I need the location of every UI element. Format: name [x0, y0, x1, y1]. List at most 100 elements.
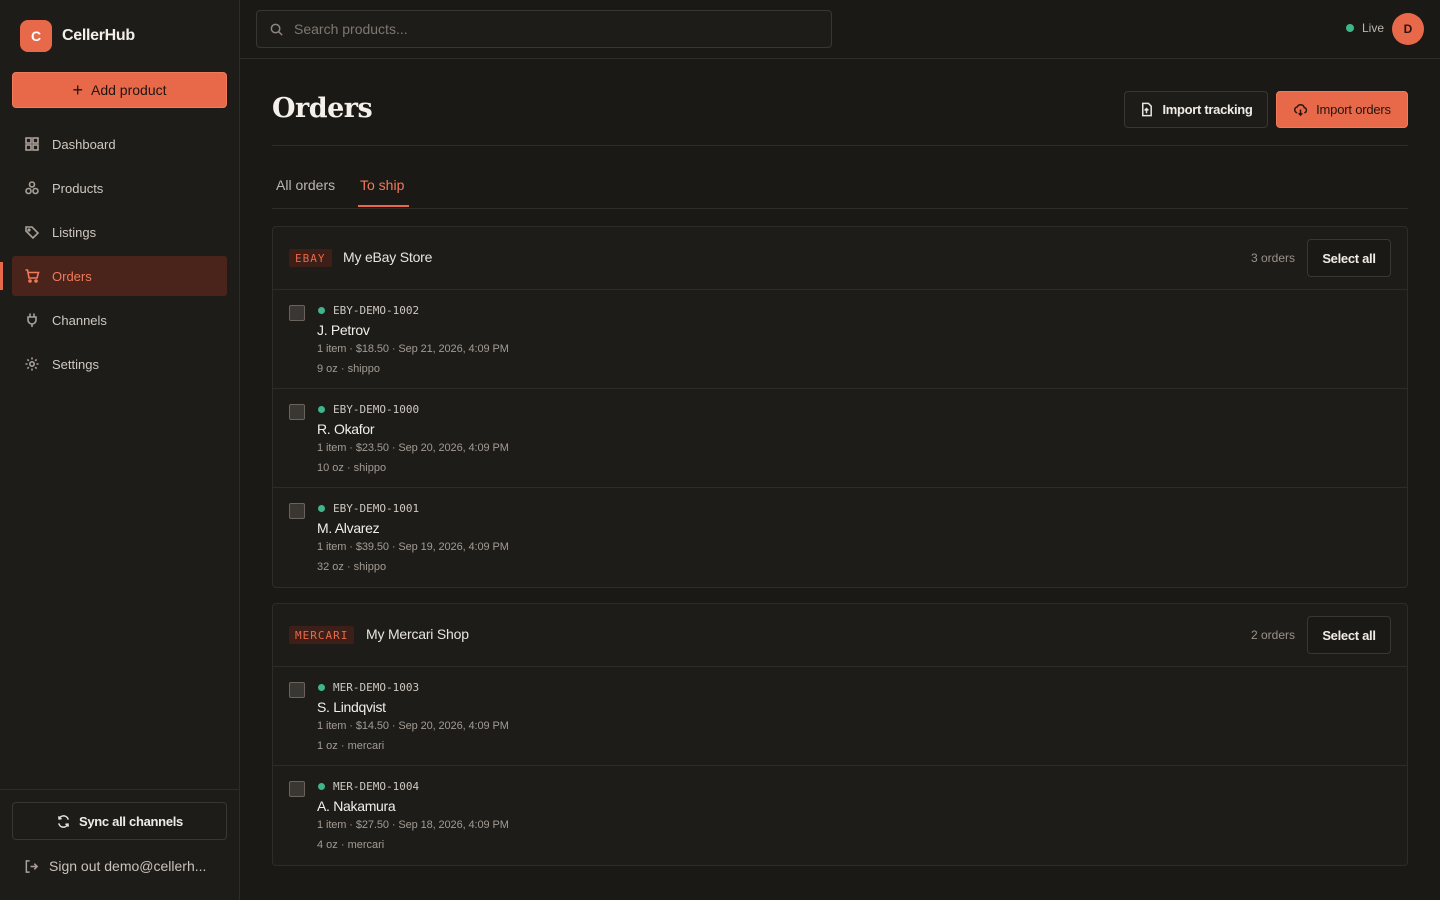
order-id: EBY-DEMO-1001	[333, 502, 420, 515]
order-checkbox[interactable]	[289, 682, 305, 698]
sidebar-item-settings[interactable]: Settings	[12, 344, 227, 384]
channel-badge: EBAY	[289, 249, 332, 267]
select-all-button[interactable]: Select all	[1307, 616, 1391, 654]
order-row[interactable]: EBY-DEMO-1002 J. Petrov 1 item · $18.50 …	[273, 290, 1407, 389]
customer-name: J. Petrov	[317, 322, 370, 338]
status-dot	[318, 783, 325, 790]
sidebar-item-channels[interactable]: Channels	[12, 300, 227, 340]
sync-all-channels-button[interactable]: Sync all channels	[12, 802, 227, 840]
sidebar-item-label: Settings	[52, 356, 99, 372]
sidebar-item-label: Orders	[52, 268, 92, 284]
plus-icon: +	[72, 80, 83, 100]
order-meta: 1 item · $18.50 · Sep 21, 2026, 4:09 PM	[317, 343, 509, 355]
order-count: 2 orders	[1250, 628, 1295, 642]
sync-label: Sync all channels	[78, 813, 183, 829]
plug-icon	[27, 313, 37, 327]
customer-name: R. Okafor	[317, 421, 375, 437]
order-shipping: 1 oz · mercari	[317, 740, 385, 752]
tab-all-orders[interactable]: All orders	[276, 177, 335, 193]
order-row[interactable]: EBY-DEMO-1000 R. Okafor 1 item · $23.50 …	[273, 389, 1407, 488]
order-checkbox[interactable]	[289, 305, 305, 321]
search-input[interactable]	[294, 21, 814, 37]
sign-out-link[interactable]: Sign out demo@cellerh...	[24, 858, 224, 874]
group-header: EBAY My eBay Store 3 orders Select all	[273, 227, 1407, 290]
live-dot	[1345, 24, 1354, 32]
order-id: EBY-DEMO-1000	[333, 403, 420, 416]
sidebar-item-label: Channels	[52, 312, 107, 328]
import-orders-label: Import orders	[1316, 102, 1391, 117]
channel-group-mercari: MERCARI My Mercari Shop 2 orders Select …	[272, 603, 1408, 866]
sidebar-nav: Dashboard Products Listings Orders Chann…	[0, 124, 227, 388]
file-upload-icon	[1142, 102, 1153, 117]
tag-icon	[25, 226, 40, 240]
sidebar-item-listings[interactable]: Listings	[12, 212, 227, 252]
channel-group-ebay: EBAY My eBay Store 3 orders Select all E…	[272, 226, 1408, 588]
order-checkbox[interactable]	[289, 503, 305, 519]
order-row[interactable]: EBY-DEMO-1001 M. Alvarez 1 item · $39.50…	[273, 488, 1407, 587]
live-label: Live	[1361, 21, 1384, 35]
order-meta: 1 item · $39.50 · Sep 19, 2026, 4:09 PM	[317, 541, 509, 553]
customer-name: S. Lindqvist	[317, 699, 386, 715]
live-status: Live	[1345, 21, 1384, 35]
search-box[interactable]	[256, 10, 832, 48]
sidebar-item-label: Products	[52, 180, 104, 196]
order-meta: 1 item · $23.50 · Sep 20, 2026, 4:09 PM	[317, 442, 509, 454]
import-tracking-label: Import tracking	[1162, 102, 1253, 117]
add-product-label: Add product	[91, 82, 167, 98]
logout-icon	[25, 859, 39, 873]
dashboard-icon	[25, 137, 39, 151]
avatar[interactable]: D	[1392, 13, 1424, 45]
status-dot	[318, 307, 325, 314]
status-dot	[318, 505, 325, 512]
cart-icon	[25, 269, 40, 283]
gear-icon	[25, 357, 39, 371]
refresh-icon	[58, 814, 69, 828]
sidebar-item-dashboard[interactable]: Dashboard	[12, 124, 227, 164]
order-shipping: 9 oz · shippo	[317, 363, 380, 375]
sign-out-label: Sign out demo@cellerh...	[49, 858, 207, 874]
products-icon	[25, 181, 39, 195]
channel-badge: MERCARI	[289, 626, 355, 644]
add-product-button[interactable]: + Add product	[12, 72, 227, 108]
order-checkbox[interactable]	[289, 404, 305, 420]
order-tabs: All orders To ship	[272, 167, 1408, 209]
order-id: MER-DEMO-1004	[333, 780, 420, 793]
title-divider	[272, 145, 1408, 146]
sidebar-item-label: Listings	[52, 224, 97, 240]
order-id: EBY-DEMO-1002	[333, 304, 420, 317]
customer-name: M. Alvarez	[317, 520, 380, 536]
order-meta: 1 item · $27.50 · Sep 18, 2026, 4:09 PM	[317, 819, 509, 831]
status-dot	[318, 684, 325, 691]
brand[interactable]: C CellerHub	[20, 20, 135, 52]
store-name: My Mercari Shop	[366, 626, 469, 642]
sidebar-item-orders[interactable]: Orders	[0, 256, 227, 296]
group-header: MERCARI My Mercari Shop 2 orders Select …	[273, 604, 1407, 667]
order-row[interactable]: MER-DEMO-1004 A. Nakamura 1 item · $27.5…	[273, 766, 1407, 865]
sidebar: C CellerHub + Add product Dashboard Prod…	[0, 0, 240, 900]
topbar: Live D	[240, 0, 1440, 59]
page-title: Orders	[272, 93, 373, 124]
cloud-download-icon	[1294, 104, 1308, 117]
import-tracking-button[interactable]: Import tracking	[1124, 91, 1268, 128]
sidebar-item-label: Dashboard	[52, 136, 116, 152]
store-name: My eBay Store	[343, 249, 433, 265]
order-count: 3 orders	[1250, 251, 1295, 265]
order-row[interactable]: MER-DEMO-1003 S. Lindqvist 1 item · $14.…	[273, 667, 1407, 766]
sidebar-item-products[interactable]: Products	[12, 168, 227, 208]
status-dot	[318, 406, 325, 413]
search-icon	[270, 23, 283, 36]
brand-name: CellerHub	[62, 27, 135, 44]
brand-logo: C	[20, 20, 52, 52]
sidebar-divider	[0, 789, 239, 790]
order-shipping: 32 oz · shippo	[317, 561, 387, 573]
order-shipping: 4 oz · mercari	[317, 839, 385, 851]
import-orders-button[interactable]: Import orders	[1276, 91, 1408, 128]
order-checkbox[interactable]	[289, 781, 305, 797]
active-tab-indicator	[358, 205, 409, 207]
order-id: MER-DEMO-1003	[333, 681, 420, 694]
order-shipping: 10 oz · shippo	[317, 462, 387, 474]
customer-name: A. Nakamura	[317, 798, 396, 814]
select-all-button[interactable]: Select all	[1307, 239, 1391, 277]
tab-to-ship[interactable]: To ship	[360, 177, 404, 193]
order-meta: 1 item · $14.50 · Sep 20, 2026, 4:09 PM	[317, 720, 509, 732]
